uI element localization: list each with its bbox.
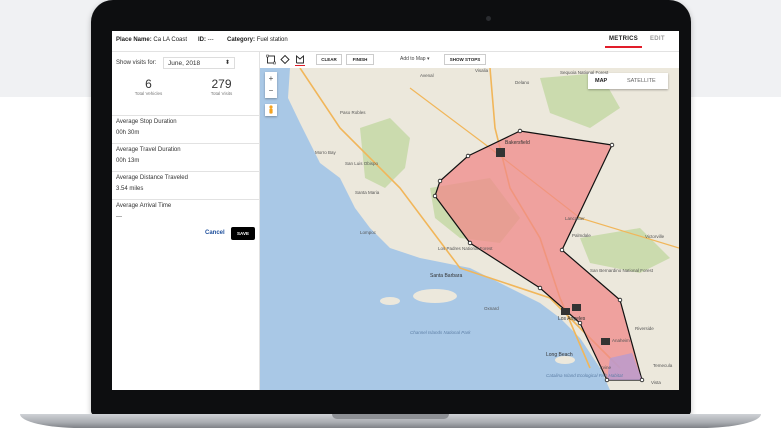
map-type-control: MAP SATELLITE [588, 73, 668, 89]
place-name-field: Place Name: Ca LA Coast [116, 37, 187, 43]
map-label: Anaheim [612, 338, 630, 343]
map-label: Temecula [653, 363, 673, 368]
map-label: Santa Barbara [430, 273, 463, 279]
metric-value: --- [116, 214, 122, 220]
map-label: Los Padres National Forest [438, 246, 493, 251]
stat-total-visits: 279 Total Visits [185, 77, 258, 96]
cancel-button[interactable]: Cancel [205, 230, 225, 236]
camera-dot [486, 16, 491, 21]
category-field: Category: Fuel station [227, 37, 288, 43]
draw-toolbar: CLEAR FINISH Add to Map ▾ SHOW STOPS [260, 52, 679, 68]
tab-metrics[interactable]: METRICS [604, 36, 643, 48]
metric-value: 00h 13m [116, 158, 140, 164]
month-value: June, 2018 [168, 60, 201, 67]
stat-value: 6 [145, 77, 152, 91]
metric-title: Average Distance Traveled [116, 175, 188, 181]
category-value: Fuel station [256, 37, 288, 43]
metric-stop-duration: Average Stop Duration 00h 30m [112, 115, 259, 144]
map-type-satellite[interactable]: SATELLITE [627, 78, 656, 84]
map-label: Los Angeles [558, 316, 586, 322]
id-field: ID: --- [198, 37, 214, 43]
map-label: Palmdale [572, 233, 591, 238]
map-label: Channel Islands National Park [410, 330, 471, 335]
form-actions: Cancel SAVE [112, 227, 259, 243]
map-label: Catalina Island Ecological Fish Habitat [546, 373, 623, 378]
show-visits-label: Show visits for: [116, 60, 157, 66]
map-label: Oxnard [484, 306, 499, 311]
show-stops-button[interactable]: SHOW STOPS [444, 54, 486, 65]
id-value: --- [207, 37, 214, 43]
metric-title: Average Travel Duration [116, 147, 181, 153]
metric-title: Average Stop Duration [116, 119, 177, 125]
metrics-panel: Show visits for: June, 2018 ⬍ 6 Total Ve… [112, 52, 260, 390]
map-label: San Bernardino National Forest [590, 268, 654, 273]
pegman-icon[interactable] [265, 104, 277, 116]
map-label: San Luis Obispo [345, 161, 379, 166]
place-name-label: Place Name: [116, 37, 152, 43]
stat-caption: Total Vehicles [134, 91, 163, 96]
map-label: Delano [515, 80, 530, 85]
map-label: Visalia [475, 68, 489, 73]
add-to-map-dropdown[interactable]: Add to Map ▾ [400, 56, 429, 62]
map-canvas[interactable]: + − MAP SATELLITE Sequoia National Fores… [260, 68, 679, 390]
polygon-tool-icon[interactable] [295, 54, 305, 66]
tab-edit[interactable]: EDIT [650, 36, 665, 42]
month-select[interactable]: June, 2018 ⬍ [163, 57, 235, 69]
map-label: Morro Bay [315, 150, 336, 155]
map-label: Victorville [645, 234, 665, 239]
stat-value: 279 [211, 77, 232, 91]
visits-filter: Show visits for: June, 2018 ⬍ [116, 57, 256, 70]
place-name-value: Ca LA Coast [153, 37, 188, 43]
map-label: Lompoc [360, 230, 377, 235]
metric-value: 3.54 miles [116, 186, 144, 192]
stat-total-vehicles: 6 Total Vehicles [112, 77, 185, 96]
add-to-map-label: Add to Map [400, 56, 426, 62]
metric-title: Average Arrival Time [116, 203, 172, 209]
map-label: Sequoia National Forest [560, 70, 609, 75]
metric-distance-traveled: Average Distance Traveled 3.54 miles [112, 171, 259, 200]
laptop-notch [332, 414, 449, 419]
map-label: Santa Maria [355, 190, 380, 195]
map-label: Long Beach [546, 352, 573, 358]
metric-travel-duration: Average Travel Duration 00h 13m [112, 143, 259, 172]
circle-tool-icon[interactable] [280, 54, 290, 65]
zoom-out-button[interactable]: − [265, 85, 277, 97]
rectangle-tool-icon[interactable] [266, 54, 276, 65]
metric-value: 00h 30m [116, 130, 140, 136]
map-label: Bakersfield [505, 140, 530, 146]
zoom-in-button[interactable]: + [265, 73, 277, 85]
map-label: Riverside [635, 326, 654, 331]
stat-caption: Total Visits [210, 91, 233, 96]
chevron-down-icon: ▾ [426, 56, 430, 62]
zoom-control: + − [265, 72, 277, 98]
map-label: Irvine [600, 365, 612, 370]
map-label: Paso Robles [340, 110, 366, 115]
metric-arrival-time: Average Arrival Time --- [112, 199, 259, 227]
stats-summary: 6 Total Vehicles 279 Total Visits [112, 75, 259, 116]
save-button[interactable]: SAVE [231, 227, 255, 240]
channel-island [413, 289, 457, 303]
channel-island [380, 297, 400, 305]
category-label: Category: [227, 37, 256, 43]
clear-button[interactable]: CLEAR [316, 54, 342, 65]
map-type-map[interactable]: MAP [595, 78, 607, 84]
finish-button[interactable]: FINISH [346, 54, 374, 65]
map-label: Lancaster [565, 216, 585, 221]
select-caret-icon: ⬍ [224, 60, 230, 66]
map-label: Avenal [420, 73, 434, 78]
app-screen: Place Name: Ca LA Coast ID: --- Category… [112, 31, 679, 390]
place-header: Place Name: Ca LA Coast ID: --- Category… [112, 31, 679, 52]
map-label: Vista [651, 380, 661, 385]
id-label: ID: [198, 37, 206, 43]
